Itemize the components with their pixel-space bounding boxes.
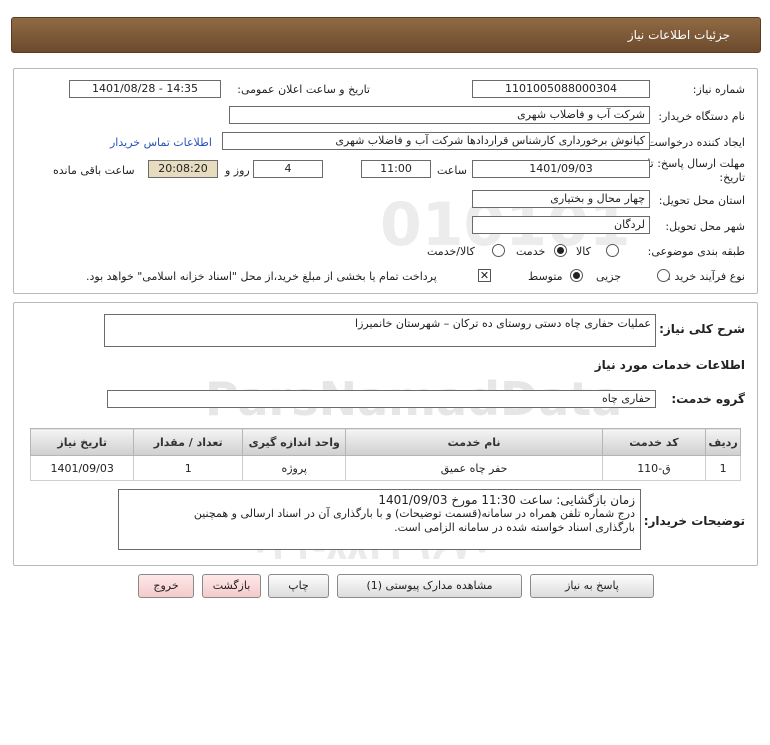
- category-option-service: خدمت: [516, 245, 546, 258]
- col-unit: واحد اندازه گیری: [242, 428, 347, 456]
- description-label: شرح کلی نیاز:: [659, 322, 745, 336]
- table-row: 1401/09/03 1 پروژه حفر چاه عمیق ق-110 1: [29, 455, 741, 481]
- remaining-time-field: 20:08:20: [148, 160, 218, 178]
- deadline-date-field: 1401/09/03: [472, 160, 650, 178]
- days-field: 4: [253, 160, 323, 178]
- buyer-notes-box: زمان بازگشایی: ساعت 11:30 مورخ 1401/09/0…: [118, 489, 641, 550]
- view-attachments-button[interactable]: مشاهده مدارک پیوستی (1): [337, 574, 522, 598]
- city-label: شهر محل تحویل:: [665, 220, 745, 233]
- deadline-time-field: 11:00: [361, 160, 431, 178]
- buyer-label: نام دستگاه خریدار:: [658, 110, 745, 123]
- description-field: عملیات حفاری چاه دستی روستای ده ترکان – …: [104, 314, 656, 347]
- cell-need-date: 1401/09/03: [29, 455, 135, 481]
- remaining-label: ساعت باقی مانده: [53, 164, 135, 177]
- city-field: لردگان: [472, 216, 650, 234]
- buyer-notes-line-2: درج شماره تلفن همراه در سامانه(قسمت توضی…: [193, 507, 635, 520]
- province-field: چهار محال و بختیاری: [472, 190, 650, 208]
- province-label: استان محل تحویل:: [658, 194, 745, 207]
- cell-quantity: 1: [133, 455, 244, 481]
- process-option-medium: متوسط: [528, 270, 563, 283]
- col-quantity: تعداد / مقدار: [133, 428, 244, 456]
- deadline-time-label: ساعت: [437, 164, 467, 177]
- announce-label: تاریخ و ساعت اعلان عمومی:: [237, 83, 370, 96]
- requester-field: کیانوش برخورداری کارشناس قراردادها شرکت …: [222, 132, 650, 150]
- deadline-label-2: تاریخ:: [719, 171, 745, 184]
- buyer-field: شرکت آب و فاضلاب شهری: [229, 106, 650, 124]
- print-button[interactable]: چاپ: [268, 574, 329, 598]
- buyer-contact-link[interactable]: اطلاعات تماس خریدار: [110, 136, 212, 149]
- reply-button[interactable]: پاسخ به نیاز: [530, 574, 654, 598]
- process-radio-medium[interactable]: [570, 269, 583, 282]
- col-service-name: نام خدمت: [345, 428, 603, 456]
- cell-service-name: حفر چاه عمیق: [345, 455, 603, 481]
- table-header-row: تاریخ نیاز تعداد / مقدار واحد اندازه گیر…: [29, 428, 741, 456]
- days-label: روز و: [225, 164, 250, 177]
- page-header: جزئیات اطلاعات نیاز: [11, 17, 761, 53]
- col-row: ردیف: [705, 428, 741, 456]
- requester-label: ایجاد کننده درخواست:: [643, 136, 745, 149]
- process-option-minor: جزیی: [596, 270, 622, 283]
- payment-checkbox[interactable]: ✕: [478, 269, 491, 282]
- process-label: نوع فرآیند خرید :: [667, 270, 745, 283]
- back-button[interactable]: بازگشت: [202, 574, 261, 598]
- cell-unit: پروژه: [242, 455, 347, 481]
- process-radio-minor[interactable]: [657, 269, 670, 282]
- exit-button[interactable]: خروج: [138, 574, 194, 598]
- payment-note: پرداخت تمام یا بخشی از مبلغ خرید،از محل …: [86, 270, 437, 283]
- service-group-label: گروه خدمت:: [671, 392, 745, 406]
- services-section-title: اطلاعات خدمات مورد نیاز: [594, 358, 745, 372]
- service-group-field: حفاری چاه: [107, 390, 656, 408]
- col-need-date: تاریخ نیاز: [29, 428, 135, 456]
- category-option-goods: کالا: [576, 245, 591, 258]
- buyer-notes-line-3: بارگذاری اسناد خواسته شده در سامانه الزا…: [394, 521, 635, 534]
- category-option-goods-service: کالا/خدمت: [427, 245, 475, 258]
- cell-service-code: ق-110: [601, 455, 707, 481]
- category-radio-goods[interactable]: [606, 244, 619, 257]
- need-number-field: 1101005088000304: [472, 80, 650, 98]
- buyer-notes-line-1: زمان بازگشایی: ساعت 11:30 مورخ 1401/09/0…: [378, 493, 635, 507]
- buyer-notes-label: توضیحات خریدار:: [643, 514, 745, 528]
- need-number-label: شماره نیاز:: [692, 83, 745, 96]
- cell-row: 1: [705, 455, 741, 481]
- category-label: طبقه بندی موضوعی:: [647, 245, 745, 258]
- announce-field: 1401/08/28 - 14:35: [69, 80, 221, 98]
- need-info-panel: [13, 68, 758, 294]
- services-table: تاریخ نیاز تعداد / مقدار واحد اندازه گیر…: [29, 428, 741, 481]
- category-radio-service[interactable]: [554, 244, 567, 257]
- col-service-code: کد خدمت: [601, 428, 707, 456]
- category-radio-goods-service[interactable]: [492, 244, 505, 257]
- deadline-label-1: مهلت ارسال پاسخ: تا: [647, 157, 745, 170]
- page-title: جزئیات اطلاعات نیاز: [627, 28, 730, 42]
